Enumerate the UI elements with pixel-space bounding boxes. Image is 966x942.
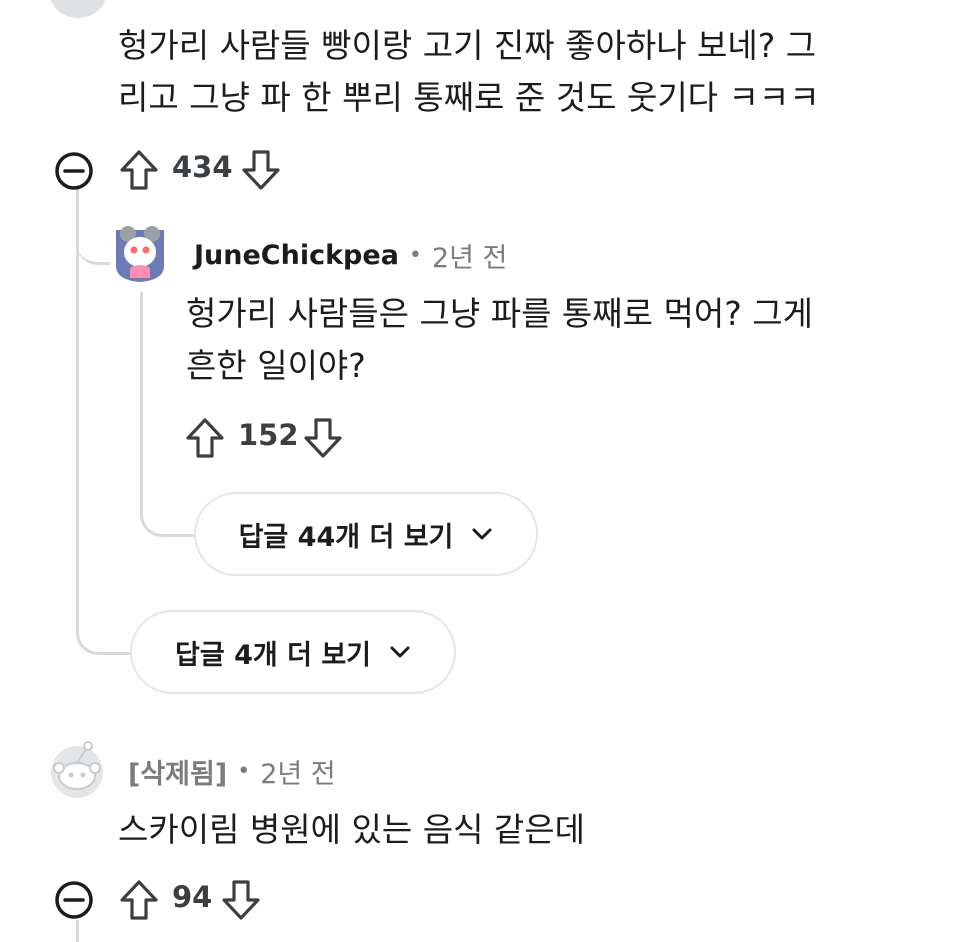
more-replies-button[interactable]: 답글 44개 더 보기 xyxy=(194,492,538,576)
upvote-icon[interactable] xyxy=(118,878,160,922)
comment-header: [삭제됨] • 2년 전 xyxy=(128,752,336,791)
vote-count: 434 xyxy=(172,150,233,184)
downvote-icon[interactable] xyxy=(240,148,282,192)
upvote-icon[interactable] xyxy=(184,416,226,460)
reply-text-line2: 흔한 일이야? xyxy=(186,346,366,385)
vote-count: 94 xyxy=(172,880,213,914)
downvote-icon[interactable] xyxy=(302,416,344,460)
upvote-icon[interactable] xyxy=(118,148,160,192)
reply-header: JuneChickpea • 2년 전 xyxy=(194,236,507,275)
avatar-cropped xyxy=(50,0,106,18)
more-replies-label: 답글 4개 더 보기 xyxy=(174,639,372,671)
collapse-icon[interactable] xyxy=(54,880,94,920)
separator-dot: • xyxy=(408,243,422,268)
thread-curve-reply1 xyxy=(76,228,110,265)
thread-curve-main xyxy=(76,600,135,655)
comment-text-line2: 리고 그냥 파 한 뿌리 통째로 준 것도 웃기다 ㅋㅋㅋ xyxy=(118,78,820,117)
thread-line-comment2 xyxy=(76,920,79,942)
chevron-down-icon xyxy=(389,645,411,659)
avatar-deleted xyxy=(44,738,110,802)
downvote-icon[interactable] xyxy=(220,878,262,922)
avatar-junechickpea[interactable] xyxy=(110,222,170,284)
comment-text: 스카이림 병원에 있는 음식 같은데 xyxy=(118,810,585,849)
more-replies-button[interactable]: 답글 4개 더 보기 xyxy=(130,610,456,694)
vote-count: 152 xyxy=(238,418,299,452)
reply-text-line1: 헝가리 사람들은 그냥 파를 통째로 먹어? 그게 xyxy=(186,294,813,333)
thread-curve-reply1-more xyxy=(140,490,199,537)
thread-line-reply1 xyxy=(140,292,143,512)
timestamp: 2년 전 xyxy=(260,759,336,790)
chevron-down-icon xyxy=(471,527,493,541)
username[interactable]: JuneChickpea xyxy=(194,240,399,271)
timestamp: 2년 전 xyxy=(431,243,508,274)
collapse-icon[interactable] xyxy=(54,151,94,191)
comment-text-line1: 헝가리 사람들 빵이랑 고기 진짜 좋아하나 보네? 그 xyxy=(118,26,817,65)
username: [삭제됨] xyxy=(128,759,228,790)
more-replies-label: 답글 44개 더 보기 xyxy=(238,521,454,553)
separator-dot: • xyxy=(237,759,251,784)
